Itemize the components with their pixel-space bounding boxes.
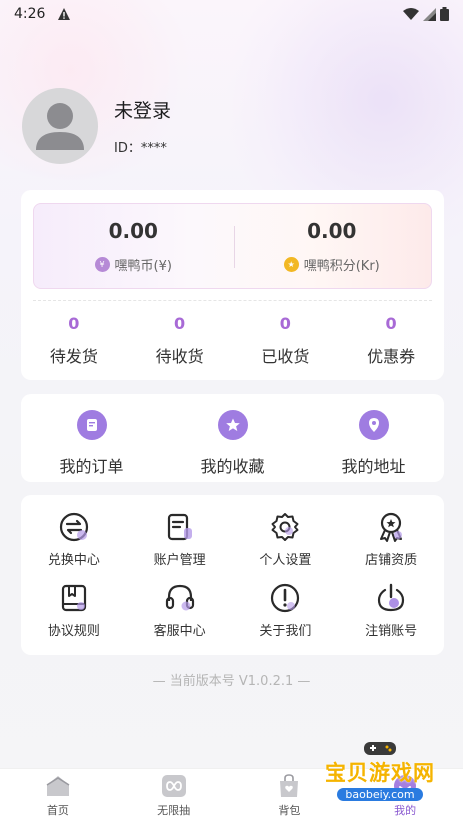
wallet-points[interactable]: 0.00 ★ 嘿鸭积分(Kr) (233, 204, 432, 288)
personal-settings-button[interactable]: 个人设置 (233, 511, 339, 568)
order-count: 0 (68, 314, 80, 333)
coin-balance: 0.00 (108, 218, 158, 243)
my-orders-button[interactable]: 我的订单 (21, 394, 162, 482)
quick-label: 我的地址 (341, 457, 406, 476)
store-qualification-button[interactable]: 店铺资质 (338, 511, 444, 568)
tab-backpack[interactable]: 背包 (232, 769, 348, 823)
tab-label: 首页 (46, 804, 69, 817)
customer-service-button[interactable]: 客服中心 (127, 582, 233, 639)
coin-icon: ¥ (94, 256, 110, 272)
battery-icon (440, 7, 449, 21)
favorite-icon (217, 410, 248, 440)
order-count: 0 (174, 314, 186, 333)
status-icons (403, 7, 449, 21)
wallet-box: 0.00 ¥ 嘿鸭币(¥) 0.00 ★ 嘿鸭积分(Kr) (33, 203, 432, 289)
order-received[interactable]: 0 已收货 (233, 314, 339, 367)
wallet-divider (234, 226, 235, 268)
order-count: 0 (385, 314, 397, 333)
status-time: 4:26 (14, 6, 46, 22)
about-us-button[interactable]: 关于我们 (233, 582, 339, 639)
grid-label: 注销账号 (365, 624, 418, 639)
exchange-center-button[interactable]: 兑换中心 (21, 511, 127, 568)
order-pending-shipment[interactable]: 0 待发货 (21, 314, 127, 367)
tab-label: 无限抽 (157, 804, 191, 817)
user-placeholder-icon (36, 103, 84, 150)
order-label: 优惠券 (367, 347, 416, 366)
username[interactable]: 未登录 (114, 96, 171, 123)
info-icon (271, 583, 300, 613)
tab-label: 我的 (394, 804, 417, 817)
order-count: 0 (279, 314, 291, 333)
avatar[interactable] (22, 88, 98, 164)
quick-links-card: 我的订单 我的收藏 我的地址 (21, 394, 444, 482)
points-label: 嘿鸭积分(Kr) (303, 258, 380, 274)
wallet-card: 0.00 ¥ 嘿鸭币(¥) 0.00 ★ 嘿鸭积分(Kr) 0 待发货 0 待收… (21, 190, 444, 380)
agreement-rules-button[interactable]: 协议规则 (21, 582, 127, 639)
profile-header[interactable]: 未登录 ID：**** (22, 88, 171, 164)
user-id: ID：**** (114, 141, 167, 156)
power-icon (378, 583, 405, 612)
grid-label: 协议规则 (47, 624, 100, 639)
order-label: 已收货 (261, 347, 310, 366)
bag-icon (280, 774, 299, 797)
tab-infinite-draw[interactable]: 无限抽 (116, 769, 232, 823)
my-favorites-button[interactable]: 我的收藏 (162, 394, 303, 482)
tab-mine[interactable]: 我的 (347, 769, 463, 823)
settings-icon (271, 513, 299, 541)
grid-label: 店铺资质 (365, 553, 418, 568)
quick-label: 我的订单 (59, 457, 124, 476)
order-pending-receipt[interactable]: 0 待收货 (127, 314, 233, 367)
location-icon (358, 410, 389, 440)
status-bar: 4:26 (0, 0, 463, 28)
grid-label: 兑换中心 (47, 553, 100, 568)
coin-label: 嘿鸭币(¥) (114, 258, 172, 274)
agreement-icon (61, 584, 86, 612)
headset-icon (165, 584, 194, 611)
quick-label: 我的收藏 (200, 457, 265, 476)
grid-label: 账户管理 (153, 553, 206, 568)
points-icon: ★ (283, 256, 299, 272)
account-management-button[interactable]: 账户管理 (127, 511, 233, 568)
divider (33, 300, 432, 301)
signal-icon (423, 7, 436, 21)
home-icon (46, 776, 70, 796)
warning-icon (58, 8, 71, 20)
bottom-tabbar: 首页 无限抽 背包 我的 (0, 768, 463, 823)
order-icon (76, 410, 107, 440)
account-icon (167, 513, 192, 541)
badge-icon (380, 512, 403, 542)
my-address-button[interactable]: 我的地址 (303, 394, 444, 482)
profile-icon (394, 775, 417, 797)
grid-label: 客服中心 (153, 624, 206, 639)
order-coupons[interactable]: 0 优惠券 (338, 314, 444, 367)
version-text: — 当前版本号 V1.0.2.1 — (152, 674, 311, 689)
order-status-row: 0 待发货 0 待收货 0 已收货 0 优惠券 (21, 314, 444, 367)
points-balance: 0.00 (307, 218, 357, 243)
tab-home[interactable]: 首页 (0, 769, 116, 823)
tab-label: 背包 (278, 804, 301, 817)
wallet-coin[interactable]: 0.00 ¥ 嘿鸭币(¥) (34, 204, 233, 288)
gamepad-icon (364, 742, 396, 755)
order-label: 待收货 (155, 347, 204, 366)
cancel-account-button[interactable]: 注销账号 (338, 582, 444, 639)
infinity-icon (161, 775, 186, 797)
grid-label: 个人设置 (259, 553, 312, 568)
exchange-icon (59, 512, 88, 542)
wifi-icon (403, 7, 419, 20)
grid-label: 关于我们 (259, 624, 312, 639)
order-label: 待发货 (49, 347, 98, 366)
services-card: 兑换中心 账户管理 个人设置 店铺资质 协议规则 客服中心 关于我们 注销账号 (21, 495, 444, 655)
